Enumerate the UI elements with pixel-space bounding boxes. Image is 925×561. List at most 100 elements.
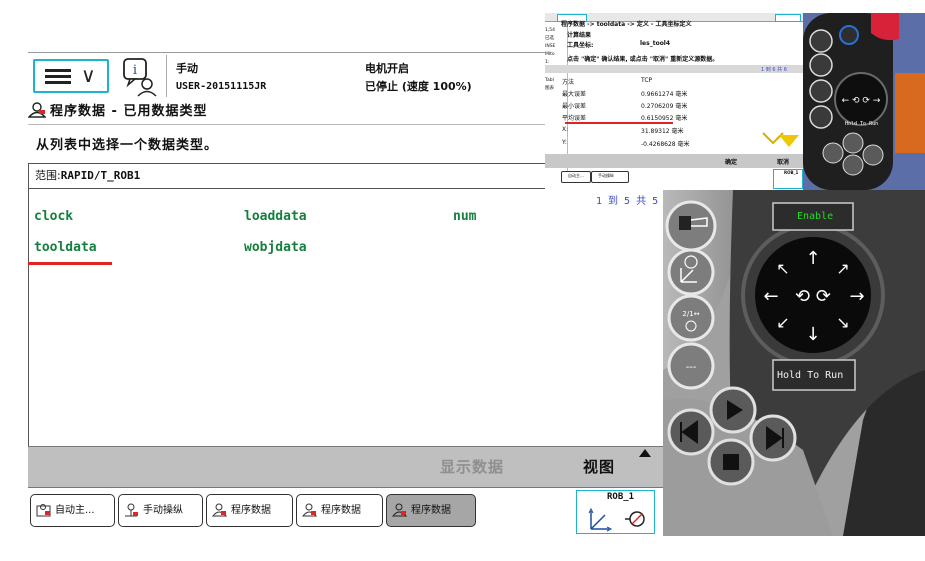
step-next-button[interactable] [749,414,797,462]
step-forward-button[interactable] [709,386,757,434]
task-label: 手动操纵 [143,505,183,516]
inset-row-label: 最大误差 [562,91,587,98]
hold-to-run-button[interactable]: Hold To Run [777,370,843,381]
datatype-list: clock loaddata num tooldata wobjdata [34,209,634,269]
svg-text:---: --- [686,362,697,373]
hamburger-icon [45,69,71,84]
programmable-key-2[interactable] [667,248,715,296]
calibration-result-inset: 1,54 已选 INSE Mlto 1: Curr Tabl 图表 程序数据 -… [545,13,925,190]
datatype-item-num[interactable]: num [453,209,476,224]
motor-status: 电机开启 [365,62,409,75]
inset-page-count: 1 到 6 共 6 [761,67,787,73]
inset-side-line: Tabl [545,78,554,83]
inset-side-line: 1,54 [545,28,556,33]
inset-red-underline [565,122,673,124]
caret-up-icon [639,449,651,457]
svg-text:→: → [849,286,864,307]
svg-text:← ⟲ ⟳ →: ← ⟲ ⟳ → [842,96,881,106]
programmable-key-3[interactable]: 2/1↔ [667,294,715,342]
task-program-data-active[interactable]: 程序数据 [386,494,476,527]
inset-result-title: 计算结果 [567,32,592,39]
inset-tool-label: 工具坐标: [567,42,594,49]
inset-quickset: ROB_1 [773,169,803,189]
inset-side-line: 已选 [545,36,554,41]
program-data-icon [302,503,317,517]
task-label: 程序数据 [231,505,271,516]
inset-task-jog: 手动操纵 [591,171,629,183]
event-log-info-icon[interactable]: i [120,57,160,97]
divider [166,55,167,97]
taskbar: 自动主... 手动操纵 程序数据 程序数据 程序数据 ROB_1 [28,490,668,540]
scroll-arrows-icon [762,132,799,147]
svg-text:↗: ↗ [836,259,849,278]
inset-close-button [775,14,801,22]
task-label: 程序数据 [321,505,361,516]
svg-text:←: ← [763,286,778,307]
pendant-body: 2/1↔ --- ↑ ↓ ← → ↖ ↗ ↙ ↘ ⟲ ⟳ [663,190,925,536]
task-program-data-2[interactable]: 程序数据 [296,494,383,527]
pendant-hardware-panel: 2/1↔ --- ↑ ↓ ← → ↖ ↗ ↙ ↘ ⟲ ⟳ Enable Hold… [663,190,925,536]
task-jogging[interactable]: 手动操纵 [118,494,203,527]
stop-button[interactable] [707,438,755,486]
task-label: 程序数据 [411,505,451,516]
inset-task-auto: 自动主... [561,171,591,183]
datatype-item-wobjdata[interactable]: wobjdata [244,240,307,255]
inset-row-value: 0.2706209 毫米 [641,103,688,110]
inset-cancel-button: 取消 [777,159,790,166]
svg-text:2/1↔: 2/1↔ [682,310,699,318]
page-title-text: 程序数据 - 已用数据类型 [50,104,208,119]
inset-row-value: 0.6150952 毫米 [641,115,688,122]
page-count: 1 到 5 共 5 [596,196,659,207]
enable-button-label[interactable]: Enable [797,211,833,222]
inset-ok-button: 确定 [725,159,738,166]
joystick[interactable]: ↑ ↓ ← → ↖ ↗ ↙ ↘ ⟲ ⟳ [741,223,885,367]
inset-row-label: 平均误差 [562,115,587,122]
datatype-item-clock[interactable]: clock [34,209,73,224]
svg-text:⟲ ⟳: ⟲ ⟳ [795,286,831,307]
run-status: 已停止 (速度 100%) [365,80,472,93]
svg-text:↓: ↓ [805,324,820,345]
selection-underline [28,262,112,265]
scope-value: RAPID/T_ROB1 [60,169,141,182]
auto-icon [36,504,51,517]
inset-tool-value: les_tool4 [640,40,671,47]
controller-name: USER-20151115JR [176,81,267,92]
programmable-key-4[interactable]: --- [667,342,715,390]
svg-text:↙: ↙ [776,313,789,332]
inset-col-tcp: TCP [641,77,653,84]
inset-hold-to-run: Hold To Run [845,121,879,127]
svg-text:↑: ↑ [805,248,820,269]
inset-row-label: 最小误差 [562,103,587,110]
program-data-icon [212,503,227,517]
jogging-icon [125,503,138,517]
inset-side-line: 图表 [545,86,554,91]
svg-text:↘: ↘ [836,313,849,332]
task-program-data-1[interactable]: 程序数据 [206,494,293,527]
inset-breadcrumb: 程序数据 -> tooldata -> 定义 - 工具坐标定义 [561,21,692,28]
instruction-text: 从列表中选择一个数据类型。 [36,138,219,153]
inset-hint: 点击 "确定" 确认结果, 或点击 "取消" 重新定义源数据。 [567,56,719,63]
inset-row-value: 31.89312 毫米 [641,128,684,135]
inset-side-line: INSE [545,44,556,49]
operating-mode: 手动 USER-20151115JR [176,60,266,96]
inset-command-bar: 确定 取消 [545,154,803,168]
inset-pendant: ← ⟲ ⟳ → Hold To Run [803,13,925,190]
view-menu-button[interactable]: 视图 [583,456,615,477]
task-auto-production[interactable]: 自动主... [30,494,115,527]
inset-task-label: 手动操纵 [598,173,614,178]
quickset-button[interactable]: ROB_1 [576,490,655,534]
inset-screen: 1,54 已选 INSE Mlto 1: Curr Tabl 图表 程序数据 -… [545,13,804,190]
inset-side-line: Mlto [545,52,555,57]
programmable-key-1[interactable] [665,200,717,252]
datatype-item-loaddata[interactable]: loaddata [244,209,307,224]
mode-text: 手动 [176,62,198,75]
program-data-icon [392,503,407,517]
main-menu-button[interactable]: ∨ [33,59,109,93]
inset-row-label: Y: [562,139,567,146]
scope-label: 范围: [35,169,61,182]
show-data-button[interactable]: 显示数据 [440,456,504,477]
step-backward-button[interactable] [667,408,715,456]
datatype-item-tooldata[interactable]: tooldata [34,240,97,255]
inset-task-label: 自动主... [568,173,584,178]
task-label: 自动主... [55,505,95,516]
